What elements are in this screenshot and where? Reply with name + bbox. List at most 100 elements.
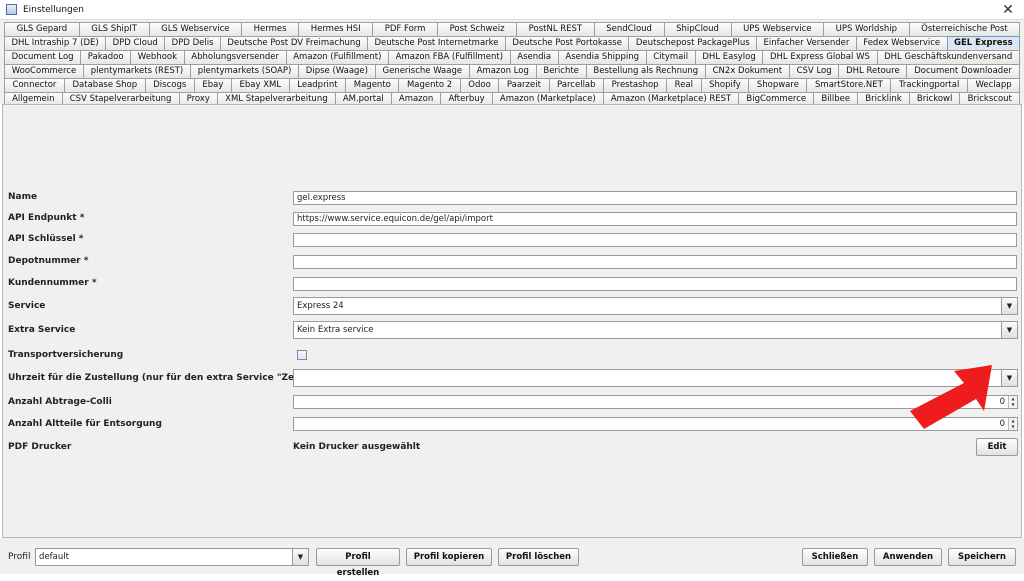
name-input[interactable]: gel.express	[293, 191, 1017, 205]
tab-post-schweiz[interactable]: Post Schweiz	[437, 22, 518, 36]
tab-deutsche-post-portokasse[interactable]: Deutsche Post Portokasse	[504, 36, 630, 50]
tab-strip: GLS Gepard GLS ShipIT GLS Webservice Hermes…	[0, 20, 1024, 106]
close-icon[interactable]: ✕	[1000, 1, 1016, 19]
tab-generische-waage[interactable]: Generische Waage	[374, 64, 470, 78]
spin-down-icon[interactable]: ▼	[1009, 424, 1017, 430]
tab-plentymarkets-rest[interactable]: plentymarkets (REST)	[82, 64, 191, 78]
tab-shipcloud[interactable]: ShipCloud	[663, 22, 732, 36]
tab-dpd-delis[interactable]: DPD Delis	[164, 36, 221, 50]
tab-gls-shipit[interactable]: GLS ShipIT	[78, 22, 150, 36]
old-parts-stepper-arrows[interactable]: ▲ ▼	[1008, 418, 1017, 430]
insurance-checkbox[interactable]	[297, 350, 307, 360]
colli-label: Anzahl Abtrage-Colli	[8, 397, 112, 407]
tab-ups-webservice[interactable]: UPS Webservice	[730, 22, 825, 36]
tab-österreichische-post[interactable]: Österreichische Post	[908, 22, 1021, 36]
tab-fedex-webservice[interactable]: Fedex Webservice	[855, 36, 948, 50]
profile-select[interactable]: default ▼	[35, 548, 309, 566]
tab-woocommerce[interactable]: WooCommerce	[4, 64, 84, 78]
tab-leadprint[interactable]: Leadprint	[288, 78, 347, 92]
tab-dipse-waage[interactable]: Dipse (Waage)	[298, 64, 376, 78]
tab-pdf-form[interactable]: PDF Form	[372, 22, 439, 36]
tab-gls-gepard[interactable]: GLS Gepard	[4, 22, 80, 36]
tab-document-downloader[interactable]: Document Downloader	[906, 64, 1020, 78]
tab-hermes-hsi[interactable]: Hermes HSI	[298, 22, 374, 36]
colli-value: 0	[999, 397, 1005, 407]
colli-stepper-arrows[interactable]: ▲ ▼	[1008, 396, 1017, 408]
tab-deutschepost-packageplus[interactable]: Deutschepost PackagePlus	[628, 36, 758, 50]
tab-ebay-xml[interactable]: Ebay XML	[230, 78, 290, 92]
tab-berichte[interactable]: Berichte	[535, 64, 587, 78]
tab-postnl-rest[interactable]: PostNL REST	[516, 22, 595, 36]
tab-deutsche-post-internetmarke[interactable]: Deutsche Post Internetmarke	[367, 36, 506, 50]
tab-odoo[interactable]: Odoo	[459, 78, 500, 92]
tab-row-5: Connector Database Shop Discogs Ebay Ebay XM…	[4, 78, 1021, 92]
tab-gls-webservice[interactable]: GLS Webservice	[148, 22, 243, 36]
close-button[interactable]: Schließen	[802, 548, 868, 566]
profile-label: Profil	[8, 552, 31, 562]
chevron-down-icon[interactable]: ▼	[292, 549, 308, 565]
tab-shopware[interactable]: Shopware	[748, 78, 808, 92]
tab-paarzeit[interactable]: Paarzeit	[498, 78, 550, 92]
tab-amazon-fulfillment[interactable]: Amazon (Fulfillment)	[285, 50, 390, 64]
chevron-down-icon[interactable]: ▼	[1001, 370, 1017, 386]
tab-webhook[interactable]: Webhook	[130, 50, 185, 64]
tab-sendcloud[interactable]: SendCloud	[593, 22, 665, 36]
annotation-arrow-icon	[910, 365, 992, 429]
tab-citymail[interactable]: Citymail	[645, 50, 696, 64]
tab-smartstore-net[interactable]: SmartStore.NET	[806, 78, 892, 92]
api-endpoint-label: API Endpunkt *	[8, 213, 85, 223]
tab-pakadoo[interactable]: Pakadoo	[80, 50, 132, 64]
copy-profile-button[interactable]: Profil kopieren	[406, 548, 492, 566]
tab-ebay[interactable]: Ebay	[193, 78, 232, 92]
tab-asendia[interactable]: Asendia	[509, 50, 559, 64]
tab-dpd-cloud[interactable]: DPD Cloud	[105, 36, 166, 50]
create-profile-button[interactable]: Profil erstellen	[316, 548, 400, 578]
tab-cn2x-dokument[interactable]: CN2x Dokument	[704, 64, 790, 78]
tab-deutsche-post-dv-freimachung[interactable]: Deutsche Post DV Freimachung	[219, 36, 369, 50]
tab-document-log[interactable]: Document Log	[4, 50, 82, 64]
tab-weclapp[interactable]: Weclapp	[966, 78, 1021, 92]
delete-profile-button[interactable]: Profil löschen	[498, 548, 579, 566]
tab-asendia-shipping[interactable]: Asendia Shipping	[557, 50, 647, 64]
tab-dhl-intraship-7-de[interactable]: DHL Intraship 7 (DE)	[4, 36, 107, 50]
window-title: Einstellungen	[23, 4, 85, 15]
tab-gel-express[interactable]: GEL Express	[946, 36, 1021, 50]
service-select[interactable]: Express 24 ▼	[293, 297, 1018, 315]
tab-parcellab[interactable]: Parcellab	[548, 78, 605, 92]
save-button[interactable]: Speichern	[948, 548, 1016, 566]
tab-trackingportal[interactable]: Trackingportal	[890, 78, 968, 92]
tab-ups-worldship[interactable]: UPS Worldship	[823, 22, 910, 36]
tab-dhl-express-global-ws[interactable]: DHL Express Global WS	[762, 50, 878, 64]
tab-einfacher-versender[interactable]: Einfacher Versender	[756, 36, 857, 50]
tab-plentymarkets-soap[interactable]: plentymarkets (SOAP)	[189, 64, 300, 78]
spin-down-icon[interactable]: ▼	[1009, 402, 1017, 408]
tab-amazon-log[interactable]: Amazon Log	[468, 64, 537, 78]
api-endpoint-input[interactable]: https://www.service.equicon.de/gel/api/i…	[293, 212, 1017, 226]
tab-dhl-retoure[interactable]: DHL Retoure	[838, 64, 908, 78]
edit-printer-button[interactable]: Edit	[976, 438, 1018, 456]
depot-label: Depotnummer *	[8, 256, 89, 266]
tab-abholungsversender[interactable]: Abholungsversender	[183, 50, 287, 64]
tab-bestellung-als-rechnung[interactable]: Bestellung als Rechnung	[585, 64, 706, 78]
tab-connector[interactable]: Connector	[4, 78, 65, 92]
depot-input[interactable]	[293, 255, 1017, 269]
chevron-down-icon[interactable]: ▼	[1001, 322, 1017, 338]
tab-dhl-easylog[interactable]: DHL Easylog	[694, 50, 764, 64]
tab-database-shop[interactable]: Database Shop	[63, 78, 146, 92]
tab-magento[interactable]: Magento	[345, 78, 400, 92]
tab-hermes[interactable]: Hermes	[241, 22, 300, 36]
tab-discogs[interactable]: Discogs	[144, 78, 195, 92]
customer-input[interactable]	[293, 277, 1017, 291]
settings-panel: Name gel.express API Endpunkt * https://…	[2, 104, 1022, 538]
tab-shopify[interactable]: Shopify	[700, 78, 750, 92]
tab-csv-log[interactable]: CSV Log	[788, 64, 840, 78]
tab-magento-2[interactable]: Magento 2	[398, 78, 461, 92]
tab-amazon-fba-fulfillment[interactable]: Amazon FBA (Fulfillment)	[388, 50, 511, 64]
tab-real[interactable]: Real	[666, 78, 702, 92]
api-key-input[interactable]	[293, 233, 1017, 247]
tab-prestashop[interactable]: Prestashop	[603, 78, 668, 92]
chevron-down-icon[interactable]: ▼	[1001, 298, 1017, 314]
apply-button[interactable]: Anwenden	[874, 548, 942, 566]
tab-dhl-geschäftskundenversand[interactable]: DHL Geschäftskundenversand	[876, 50, 1020, 64]
extra-service-select[interactable]: Kein Extra service ▼	[293, 321, 1018, 339]
